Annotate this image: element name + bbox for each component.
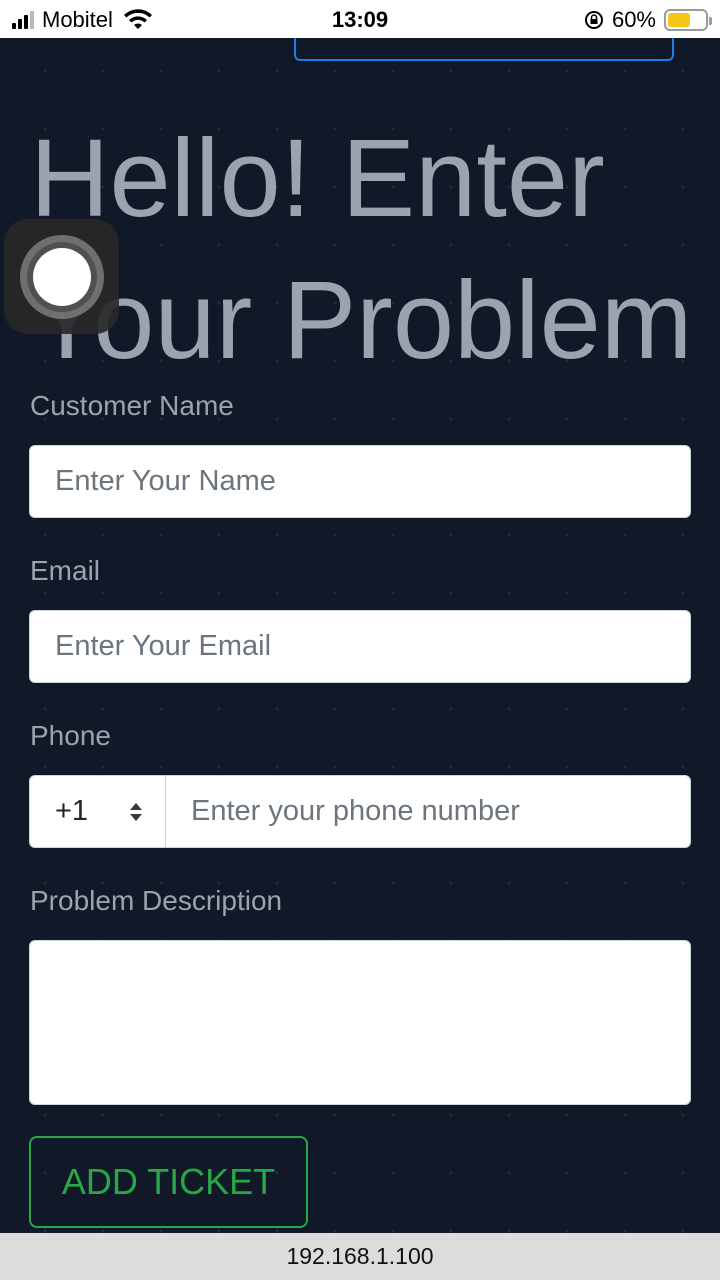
assistive-touch-core [32,247,91,306]
assistive-touch-button[interactable] [4,219,119,334]
battery-fill [668,13,690,27]
phone-input[interactable]: Enter your phone number [165,775,691,848]
assistive-touch-inner-ring [26,241,97,312]
page-content: Hello! Enter Your Problem Customer Name … [0,38,720,1233]
assistive-touch-ring [19,234,104,319]
browser-url-bar[interactable]: 192.168.1.100 [0,1233,720,1280]
add-ticket-button[interactable]: ADD TICKET [29,1136,308,1228]
customer-name-input[interactable]: Enter Your Name [29,445,691,518]
customer-name-label: Customer Name [30,390,234,421]
battery-percent: 60% [611,7,656,32]
problem-description-textarea[interactable] [29,940,691,1105]
status-bar: Mobitel 13:09 60% [0,0,720,38]
top-nav-button[interactable] [294,38,674,61]
phone-label: Phone [30,720,111,751]
battery-icon [664,9,712,31]
problem-description-label: Problem Description [30,885,283,916]
country-code-value: +1 [55,795,89,827]
page-title: Hello! Enter Your Problem [30,117,693,382]
country-code-select[interactable]: +1 [29,775,166,848]
rotation-lock-icon [584,11,603,29]
email-input[interactable]: Enter Your Email [29,610,691,683]
url-text: 192.168.1.100 [286,1243,434,1269]
status-right: 60% [584,7,712,33]
select-arrows-icon [130,803,142,821]
email-label: Email [30,555,101,586]
